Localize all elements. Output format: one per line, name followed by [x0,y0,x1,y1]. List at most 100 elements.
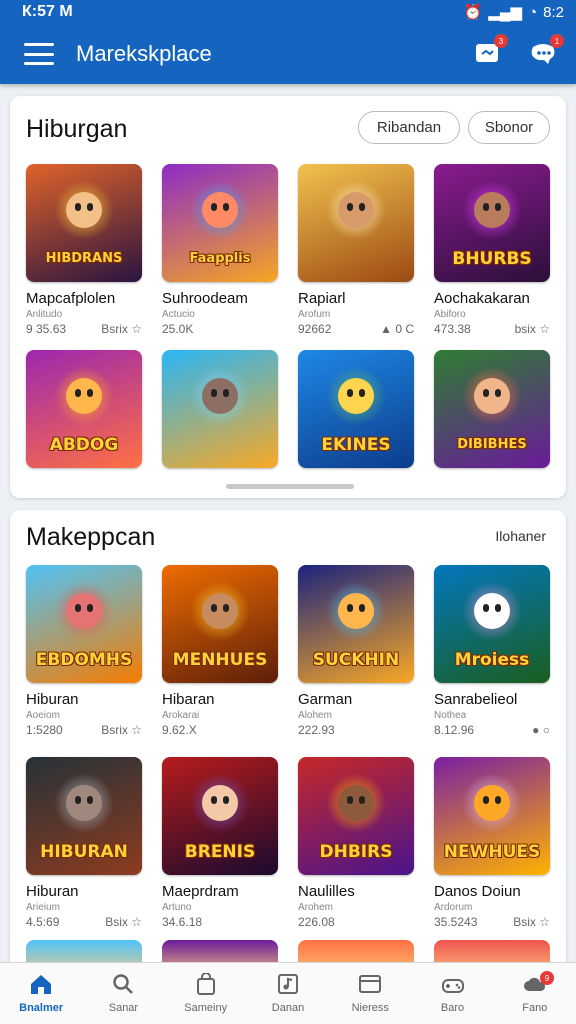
scroll-indicator[interactable] [226,484,354,489]
app-thumbnail[interactable]: HIBURAN [26,757,142,875]
app-tile[interactable]: Faapplis Suhroodeam Actucio 25.0K [162,164,278,336]
app-rating: ▲ 0 C [380,322,414,336]
nav-item[interactable]: Nieress [329,963,411,1024]
app-tile[interactable]: MENHUES Hibaran Arokarai 9.62.X [162,565,278,737]
chat-bot-button[interactable]: 1 [528,34,564,69]
app-tile[interactable]: ABDOG [26,350,142,468]
app-tile[interactable]: NEWHUES Danos Doiun Ardorum 35.5243 Bsix ☆ [434,757,550,929]
nav-label: Sanar [108,1002,139,1014]
app-thumbnail[interactable]: SUCKHIN [298,565,414,683]
app-developer: Arofum [298,309,331,320]
thumbnail-title: DHBIRS [319,843,393,861]
app-name: Mapcafplolen [26,290,116,307]
thumbnail-title: EKINES [321,436,391,454]
app-meta: 4.5:69 Bsix ☆ [26,915,142,929]
app-grid: HIBDRANS Mapcafplolen Anlitudo 9 35.63 Bsrix… [26,164,550,468]
app-tile[interactable]: DIBIBHES [434,350,550,468]
filter-pill[interactable]: Ribandan [358,111,460,144]
app-developer: Ardorum [434,902,473,913]
app-thumbnail[interactable]: ABDOG [26,350,142,468]
app-thumbnail[interactable]: NEWHUES [434,757,550,875]
app-stat: 473.38 [434,322,471,336]
thumbnail-title: EBDOMHS [35,651,133,669]
nav-item[interactable]: Baro [411,963,493,1024]
nav-item[interactable]: Sanar [82,963,164,1024]
nav-label: Bnalmer [19,1002,64,1014]
app-thumbnail[interactable]: EKINES [298,350,414,468]
see-more-link[interactable]: Ilohaner [495,528,546,544]
app-thumbnail[interactable]: EBDOMHS [26,565,142,683]
app-tile[interactable]: EKINES [298,350,414,468]
app-title: Marekskplace [76,41,212,66]
app-tile[interactable]: HIBDRANS Mapcafplolen Anlitudo 9 35.63 Bsrix… [26,164,142,336]
music-icon [277,973,299,998]
nav-item[interactable]: Danan [247,963,329,1024]
app-rating: bsix ☆ [514,322,550,336]
app-thumbnail[interactable]: DHBIRS [298,757,414,875]
section-entertainment: Hiburgan Ribandan Sbonor HIBDRANS Mapcafp… [10,96,566,498]
app-developer: Aoeiom [26,710,60,721]
app-developer: Artuno [162,902,192,913]
app-tile[interactable]: Mroiess Sanrabelieol Nothea 8.12.96 ● ○ [434,565,550,737]
app-stat: 9 35.63 [26,322,67,336]
app-meta: 473.38 bsix ☆ [434,322,550,336]
character-icon [474,378,510,414]
app-name: Rapiarl [298,290,346,307]
app-developer: Alohem [298,710,332,721]
status-time: К:57 М [22,3,73,20]
chat-badge: 1 [550,34,564,48]
app-stat: 9.62.X [162,723,197,737]
messages-button[interactable]: 3 [472,34,508,69]
app-tile[interactable]: Rapiarl Arofum 92662 ▲ 0 C [298,164,414,336]
character-icon [338,785,374,821]
nav-item[interactable]: Fano 9 [494,963,576,1024]
character-icon [66,593,102,629]
section-title: Hiburgan [26,115,128,143]
nav-label: Nieress [351,1002,389,1014]
app-meta: 9.62.X [162,723,278,737]
app-thumbnail[interactable]: Mroiess [434,565,550,683]
app-thumbnail[interactable]: MENHUES [162,565,278,683]
status-clock: 8:2 [543,3,564,21]
character-icon [474,593,510,629]
app-developer: Arieium [26,902,60,913]
app-meta: 8.12.96 ● ○ [434,723,550,737]
thumbnail-title: BRENIS [184,843,256,861]
app-thumbnail[interactable]: BHURBS [434,164,550,282]
menu-icon[interactable] [24,43,54,65]
app-tile[interactable]: HIBURAN Hiburan Arieium 4.5:69 Bsix ☆ [26,757,142,929]
character-icon [338,378,374,414]
app-developer: Arokarai [162,710,200,721]
filter-pill[interactable]: Sbonor [468,111,550,144]
app-thumbnail[interactable]: BRENIS [162,757,278,875]
character-icon [202,785,238,821]
app-thumbnail[interactable]: HIBDRANS [26,164,142,282]
app-developer: Arohem [298,902,334,913]
app-meta: 35.5243 Bsix ☆ [434,915,550,929]
app-tile[interactable]: BHURBS Aochakakaran Abiforo 473.38 bsix ☆ [434,164,550,336]
nav-label: Fano [522,1002,548,1014]
thumbnail-title: SUCKHIN [312,651,400,669]
app-tile[interactable]: SUCKHIN Garman Alohem 222.93 [298,565,414,737]
app-tile[interactable] [162,350,278,468]
character-icon [338,593,374,629]
app-stat: 25.0K [162,322,194,336]
notification-badge: 9 [539,971,554,985]
nav-item[interactable]: Sameiny [165,963,247,1024]
thumbnail-title: ABDOG [49,436,119,454]
app-thumbnail[interactable]: Faapplis [162,164,278,282]
character-icon [202,192,238,228]
app-thumbnail[interactable]: DIBIBHES [434,350,550,468]
app-thumbnail[interactable] [298,164,414,282]
app-tile[interactable]: BRENIS Maeprdram Artuno 34.6.18 [162,757,278,929]
nav-item[interactable]: Bnalmer [0,963,82,1024]
app-name: Naulilles [298,883,355,900]
section-marketplace: Makeppcan Ilohaner EBDOMHS Hiburan Aoeiom 1… [10,510,566,980]
app-tile[interactable]: DHBIRS Naulilles Arohem 226.08 [298,757,414,929]
app-tile[interactable]: EBDOMHS Hiburan Aoeiom 1:5280 Bsrix ☆ [26,565,142,737]
app-rating: Bsix ☆ [105,915,142,929]
bag-icon [195,972,217,998]
app-name: Hibaran [162,691,215,708]
app-thumbnail[interactable] [162,350,278,468]
app-name: Aochakakaran [434,290,530,307]
